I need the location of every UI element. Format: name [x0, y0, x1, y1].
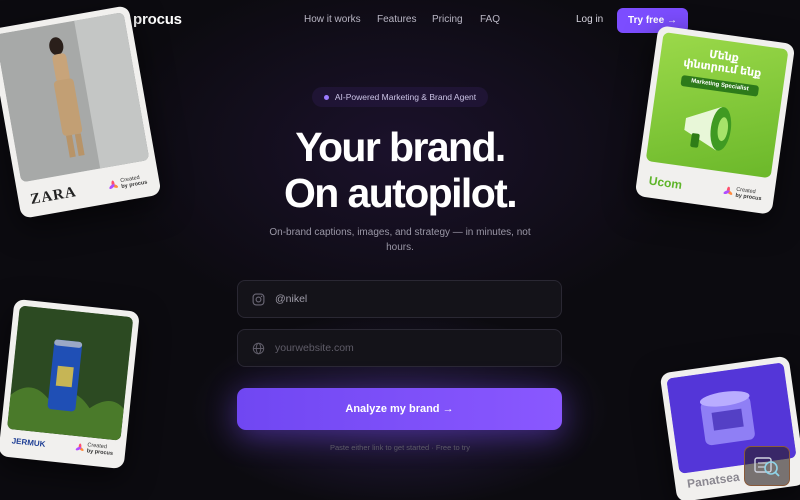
badge-text: AI-Powered Marketing & Brand Agent	[334, 92, 477, 102]
website-field[interactable]	[237, 329, 562, 367]
procus-mini-icon	[723, 186, 732, 195]
nav-faq[interactable]: FAQ	[480, 14, 500, 25]
brand-mark: JERMUK	[11, 435, 46, 449]
nav-pricing[interactable]: Pricing	[432, 14, 463, 25]
created-line2: by procus	[86, 448, 114, 457]
login-link[interactable]: Log in	[576, 14, 603, 25]
fashion-photo	[0, 12, 150, 183]
brand-mark: Panatsea	[686, 469, 741, 491]
chat-widget-button[interactable]	[744, 446, 790, 486]
globe-icon	[252, 342, 265, 354]
nav-how-it-works[interactable]: How it works	[304, 14, 361, 25]
procus-mini-icon	[109, 180, 118, 190]
brand-mark: Ucom	[647, 173, 683, 192]
logo-text: procus	[133, 10, 182, 28]
landing-page: procus How it works Features Pricing FAQ…	[0, 0, 800, 500]
ucom-poster: Մենք փնտրում ենք Marketing Specialist	[645, 32, 789, 179]
created-by-tag: Created by procus	[75, 441, 114, 457]
instagram-input[interactable]	[275, 293, 535, 305]
search-doc-icon	[754, 457, 780, 477]
created-by-tag: Created by procus	[107, 174, 148, 193]
website-input[interactable]	[275, 342, 535, 354]
created-line2: by procus	[734, 192, 762, 203]
nav-features[interactable]: Features	[377, 14, 416, 25]
megaphone-icon	[684, 106, 732, 151]
showcase-card-ucom: Մենք փնտրում ենք Marketing Specialist Uc…	[634, 25, 796, 215]
showcase-card-jermuk: JERMUK Created by procus	[0, 298, 140, 470]
tagline-badge: AI-Powered Marketing & Brand Agent	[312, 87, 488, 107]
instagram-icon	[252, 293, 265, 305]
model-illustration	[0, 12, 150, 183]
brand-mark: ZARA	[29, 183, 78, 208]
procus-mini-icon	[75, 442, 84, 451]
showcase-card-zara: ZARA Created by procus	[0, 5, 162, 219]
instagram-field[interactable]	[237, 280, 562, 318]
badge-dot-icon	[323, 94, 329, 100]
can-illustration	[6, 305, 134, 441]
created-by-tag: Created by procus	[722, 185, 763, 202]
hero-subtitle: On-brand captions, images, and strategy …	[269, 227, 531, 253]
forest-photo	[6, 305, 134, 441]
analyze-brand-button[interactable]: Analyze my brand →	[237, 388, 562, 430]
poster-headline: Մենք փնտրում ենք	[659, 42, 787, 83]
